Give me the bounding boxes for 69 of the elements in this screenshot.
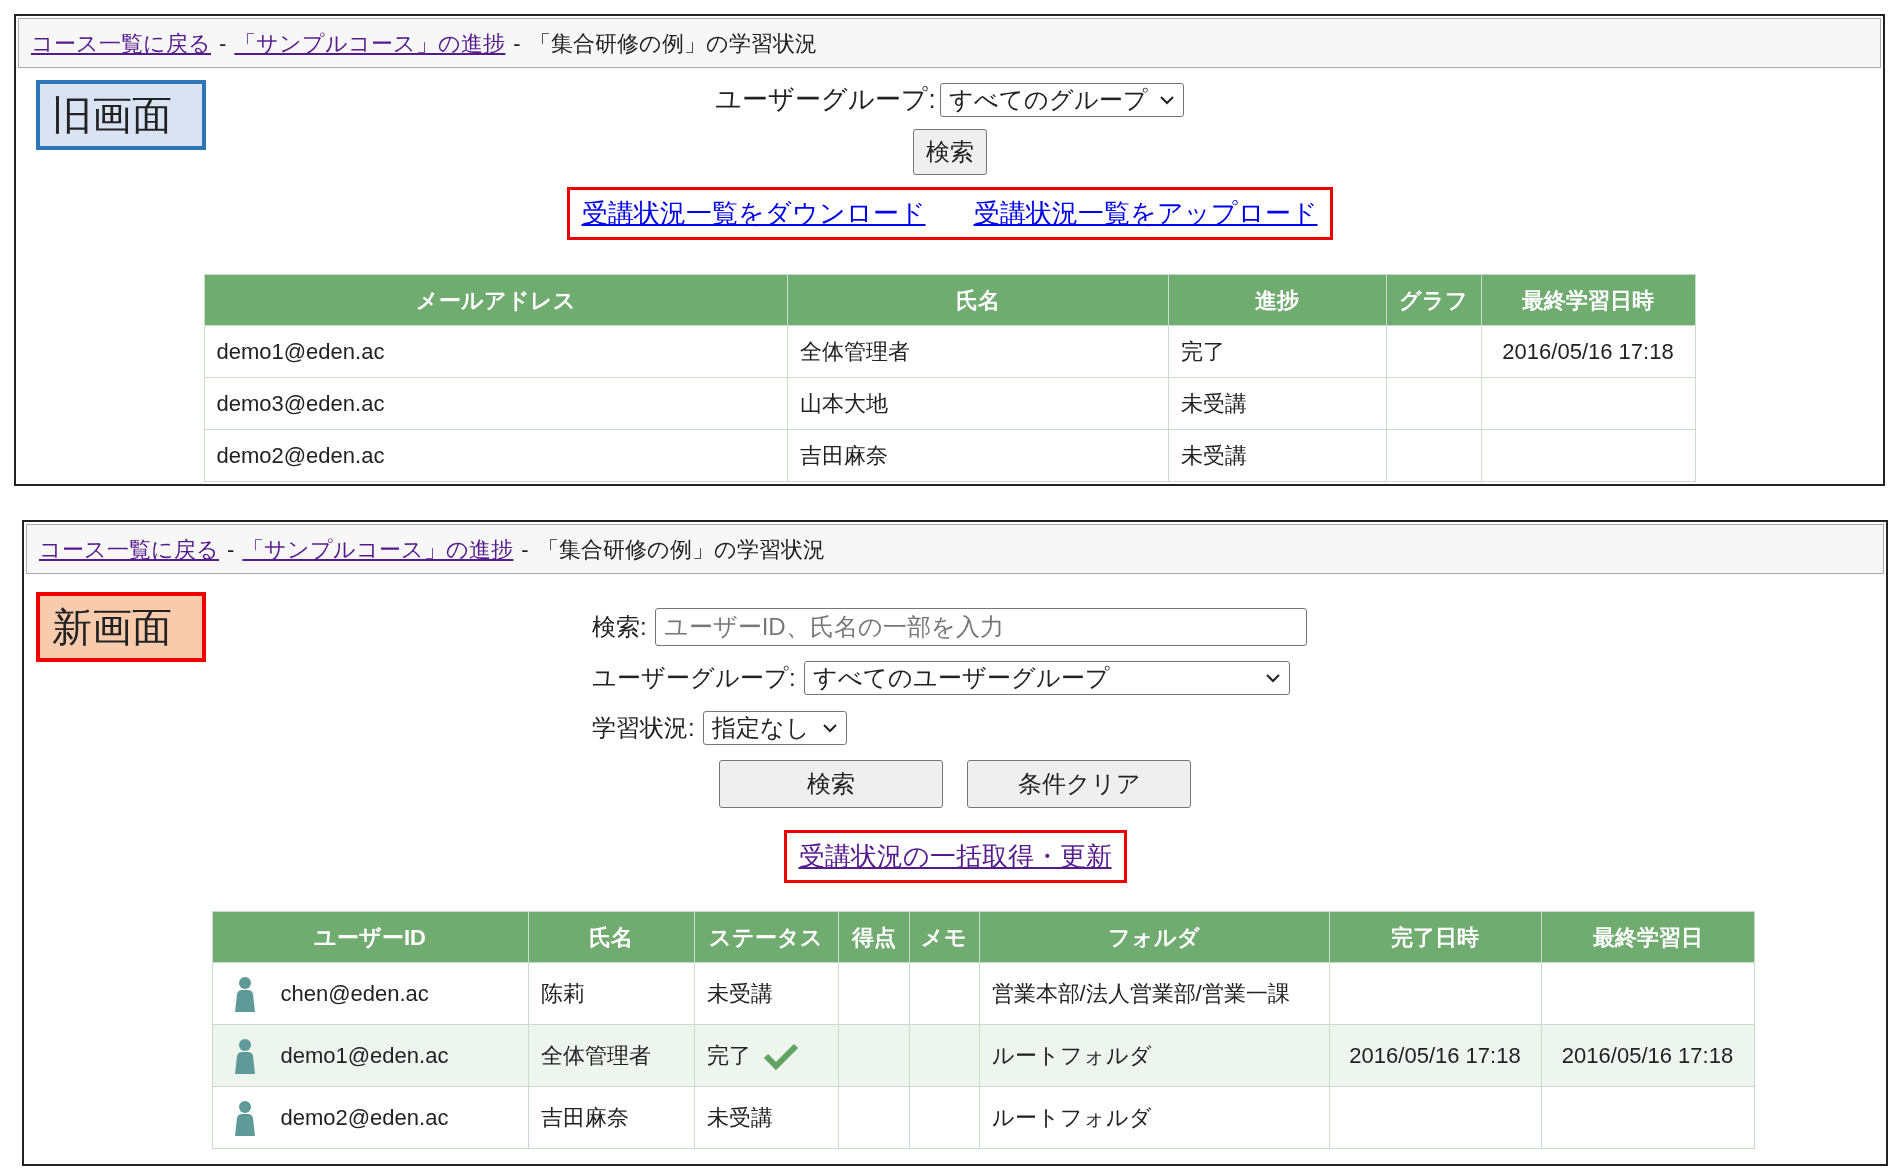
column-header: 最終学習日時 bbox=[1481, 274, 1695, 326]
breadcrumb-link[interactable]: 「サンプルコース」の進捗 bbox=[242, 532, 514, 566]
table-cell-text: 完了 bbox=[706, 1042, 751, 1070]
table-cell: 完了 bbox=[1168, 325, 1386, 378]
table-cell: ルートフォルダ bbox=[991, 1043, 1152, 1068]
search-field[interactable]: ユーザーID、氏名の一部を入力 bbox=[654, 608, 1307, 646]
column-header: 進捗 bbox=[1168, 274, 1386, 326]
table-cell: 陈莉 bbox=[540, 981, 585, 1006]
table-cell: 2016/05/16 17:18 bbox=[1481, 325, 1695, 378]
column-header: メールアドレス bbox=[204, 274, 787, 326]
table-cell: 営業本部/法人営業部/営業一課 bbox=[991, 981, 1290, 1006]
table-cell: 未受講 bbox=[1168, 429, 1386, 482]
column-header: 氏名 bbox=[528, 911, 694, 963]
table-cell: 吉田麻奈 bbox=[540, 1105, 629, 1130]
column-header: ステータス bbox=[694, 911, 838, 963]
field-label: ユーザーグループ: bbox=[592, 663, 796, 693]
table-cell: 全体管理者 bbox=[787, 325, 1168, 378]
chevron-down-icon bbox=[1158, 94, 1175, 105]
table-cell: demo2@eden.ac bbox=[204, 429, 787, 482]
table-cell: demo1@eden.ac bbox=[204, 325, 787, 378]
separator: - bbox=[513, 29, 521, 58]
table-cell: ルートフォルダ bbox=[991, 1105, 1152, 1130]
column-header: ユーザーID bbox=[212, 911, 528, 963]
table-cell: 2016/05/16 17:18 bbox=[1561, 1043, 1734, 1068]
field-label: ユーザーグループ: bbox=[715, 83, 936, 116]
search-button[interactable]: 検索 bbox=[912, 129, 987, 175]
table-cell: 未受講 bbox=[1168, 377, 1386, 430]
chevron-down-icon bbox=[821, 723, 838, 733]
text-link[interactable]: 受講状況一覧をアップロード bbox=[973, 194, 1318, 233]
screen-label: 新画面 bbox=[36, 592, 206, 662]
table-cell-text: demo1@eden.ac bbox=[280, 1042, 449, 1070]
table-cell: 2016/05/16 17:18 bbox=[1349, 1043, 1521, 1068]
action-button[interactable]: 検索 bbox=[719, 760, 943, 808]
chevron-down-icon bbox=[1264, 673, 1281, 683]
table-cell: 吉田麻奈 bbox=[787, 429, 1168, 482]
table-cell: 全体管理者 bbox=[540, 1043, 651, 1068]
table-cell: 山本大地 bbox=[787, 377, 1168, 430]
breadcrumb-current: 「集合研修の例」の学習状況 bbox=[536, 535, 825, 564]
breadcrumb-link[interactable]: コース一覧に戻る bbox=[31, 26, 211, 60]
field-label: 学習状況: bbox=[592, 713, 695, 743]
column-header: フォルダ bbox=[979, 911, 1329, 963]
dropdown[interactable]: 指定なし bbox=[702, 711, 847, 745]
action-button[interactable]: 条件クリア bbox=[967, 760, 1191, 808]
person-icon bbox=[232, 1099, 257, 1136]
screen-label: 旧画面 bbox=[36, 80, 206, 150]
breadcrumb-link[interactable]: 「サンプルコース」の進捗 bbox=[234, 26, 506, 60]
column-header: 完了日時 bbox=[1329, 911, 1541, 963]
separator: - bbox=[227, 535, 235, 564]
table-cell-text: 未受講 bbox=[706, 1104, 773, 1132]
breadcrumb-link[interactable]: コース一覧に戻る bbox=[39, 532, 219, 566]
column-header: 得点 bbox=[838, 911, 909, 963]
table-cell-text: demo2@eden.ac bbox=[280, 1104, 449, 1132]
text-link[interactable]: 受講状況一覧をダウンロード bbox=[581, 194, 926, 233]
table-cell-text: chen@eden.ac bbox=[280, 980, 429, 1008]
table-cell-text: 未受講 bbox=[706, 980, 773, 1008]
dropdown[interactable]: すべてのユーザーグループ bbox=[803, 661, 1290, 695]
column-header: メモ bbox=[909, 911, 979, 963]
separator: - bbox=[219, 29, 227, 58]
text-link[interactable]: 受講状況の一括取得・更新 bbox=[798, 841, 1112, 871]
column-header: グラフ bbox=[1386, 274, 1481, 326]
table-cell: demo3@eden.ac bbox=[204, 377, 787, 430]
person-icon bbox=[232, 975, 257, 1012]
person-icon bbox=[232, 1037, 257, 1074]
dropdown[interactable]: すべてのグループ bbox=[939, 82, 1184, 117]
separator: - bbox=[521, 535, 529, 564]
column-header: 氏名 bbox=[787, 274, 1168, 326]
column-header: 最終学習日 bbox=[1541, 911, 1754, 963]
breadcrumb-current: 「集合研修の例」の学習状況 bbox=[528, 29, 817, 58]
field-label: 検索: bbox=[592, 612, 647, 642]
